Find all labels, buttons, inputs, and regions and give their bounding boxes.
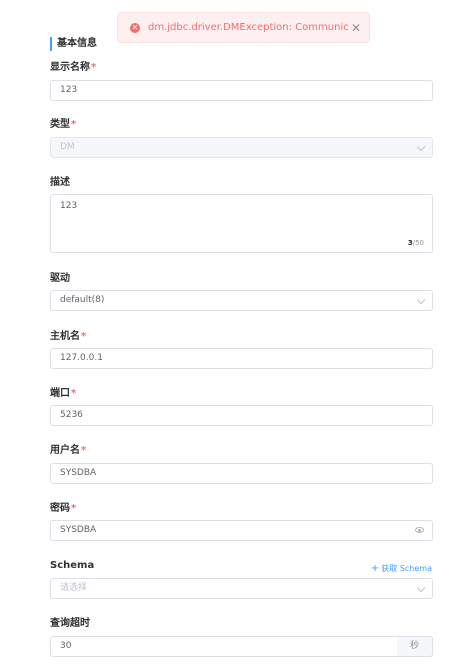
error-toast: ✕ dm.jdbc.driver.DMException: Communicat… <box>117 12 370 43</box>
port-input[interactable]: 5236 <box>50 405 433 426</box>
display-name-input[interactable]: 123 <box>50 80 433 101</box>
description-value: 123 <box>60 201 78 211</box>
type-label-text: 类型 <box>50 119 70 130</box>
section-title: 基本信息 <box>50 37 97 51</box>
char-counter: 3/50 <box>408 239 424 247</box>
username-input[interactable]: SYSDBA <box>50 463 433 484</box>
plus-icon: + <box>370 563 380 574</box>
host-label-text: 主机名 <box>50 331 80 342</box>
error-icon: ✕ <box>130 22 140 33</box>
driver-label-text: 驱动 <box>50 273 70 284</box>
port-label-text: 端口 <box>50 388 70 399</box>
close-icon[interactable]: ✕ <box>351 21 361 35</box>
chevron-down-icon <box>416 583 426 593</box>
fetch-schema-button[interactable]: + 获取 Schema <box>371 563 432 575</box>
eye-icon[interactable] <box>415 527 424 533</box>
timeout-input[interactable]: 30 <box>50 636 398 657</box>
schema-label: Schema <box>50 559 94 573</box>
chevron-down-icon <box>416 295 426 305</box>
description-label-text: 描述 <box>50 177 70 188</box>
required-mark: * <box>71 503 77 514</box>
char-max: /50 <box>412 239 424 247</box>
password-value: SYSDBA <box>60 525 97 535</box>
username-label-text: 用户名 <box>50 445 80 456</box>
description-label: 描述 <box>50 176 70 190</box>
password-label: 密码* <box>50 502 76 516</box>
schema-label-text: Schema <box>50 560 95 571</box>
schema-placeholder: 请选择 <box>60 583 88 593</box>
driver-select[interactable]: default(8) <box>50 290 433 311</box>
type-select[interactable]: DM <box>50 137 433 158</box>
timeout-label-text: 查询超时 <box>50 618 90 629</box>
port-label: 端口* <box>50 387 76 401</box>
required-mark: * <box>81 331 87 342</box>
toast-message: dm.jdbc.driver.DMException: Communicatio… <box>148 22 349 33</box>
driver-select-value: default(8) <box>60 295 105 305</box>
required-mark: * <box>71 388 77 399</box>
chevron-down-icon <box>416 142 426 152</box>
fetch-schema-label: 获取 Schema <box>381 564 432 573</box>
host-label: 主机名* <box>50 330 86 344</box>
required-mark: * <box>81 445 87 456</box>
type-label: 类型* <box>50 118 76 132</box>
password-input[interactable]: SYSDBA <box>50 520 433 541</box>
display-name-label: 显示名称* <box>50 61 96 75</box>
required-mark: * <box>71 119 77 130</box>
timeout-label: 查询超时 <box>50 617 90 631</box>
schema-select[interactable]: 请选择 <box>50 578 433 599</box>
type-select-value: DM <box>60 142 75 152</box>
description-textarea[interactable]: 123 3/50 <box>50 194 433 253</box>
timeout-unit: 秒 <box>397 636 433 657</box>
required-mark: * <box>91 62 97 73</box>
username-label: 用户名* <box>50 444 86 458</box>
driver-label: 驱动 <box>50 272 70 286</box>
password-label-text: 密码 <box>50 503 70 514</box>
host-input[interactable]: 127.0.0.1 <box>50 348 433 369</box>
display-name-label-text: 显示名称 <box>50 62 90 73</box>
